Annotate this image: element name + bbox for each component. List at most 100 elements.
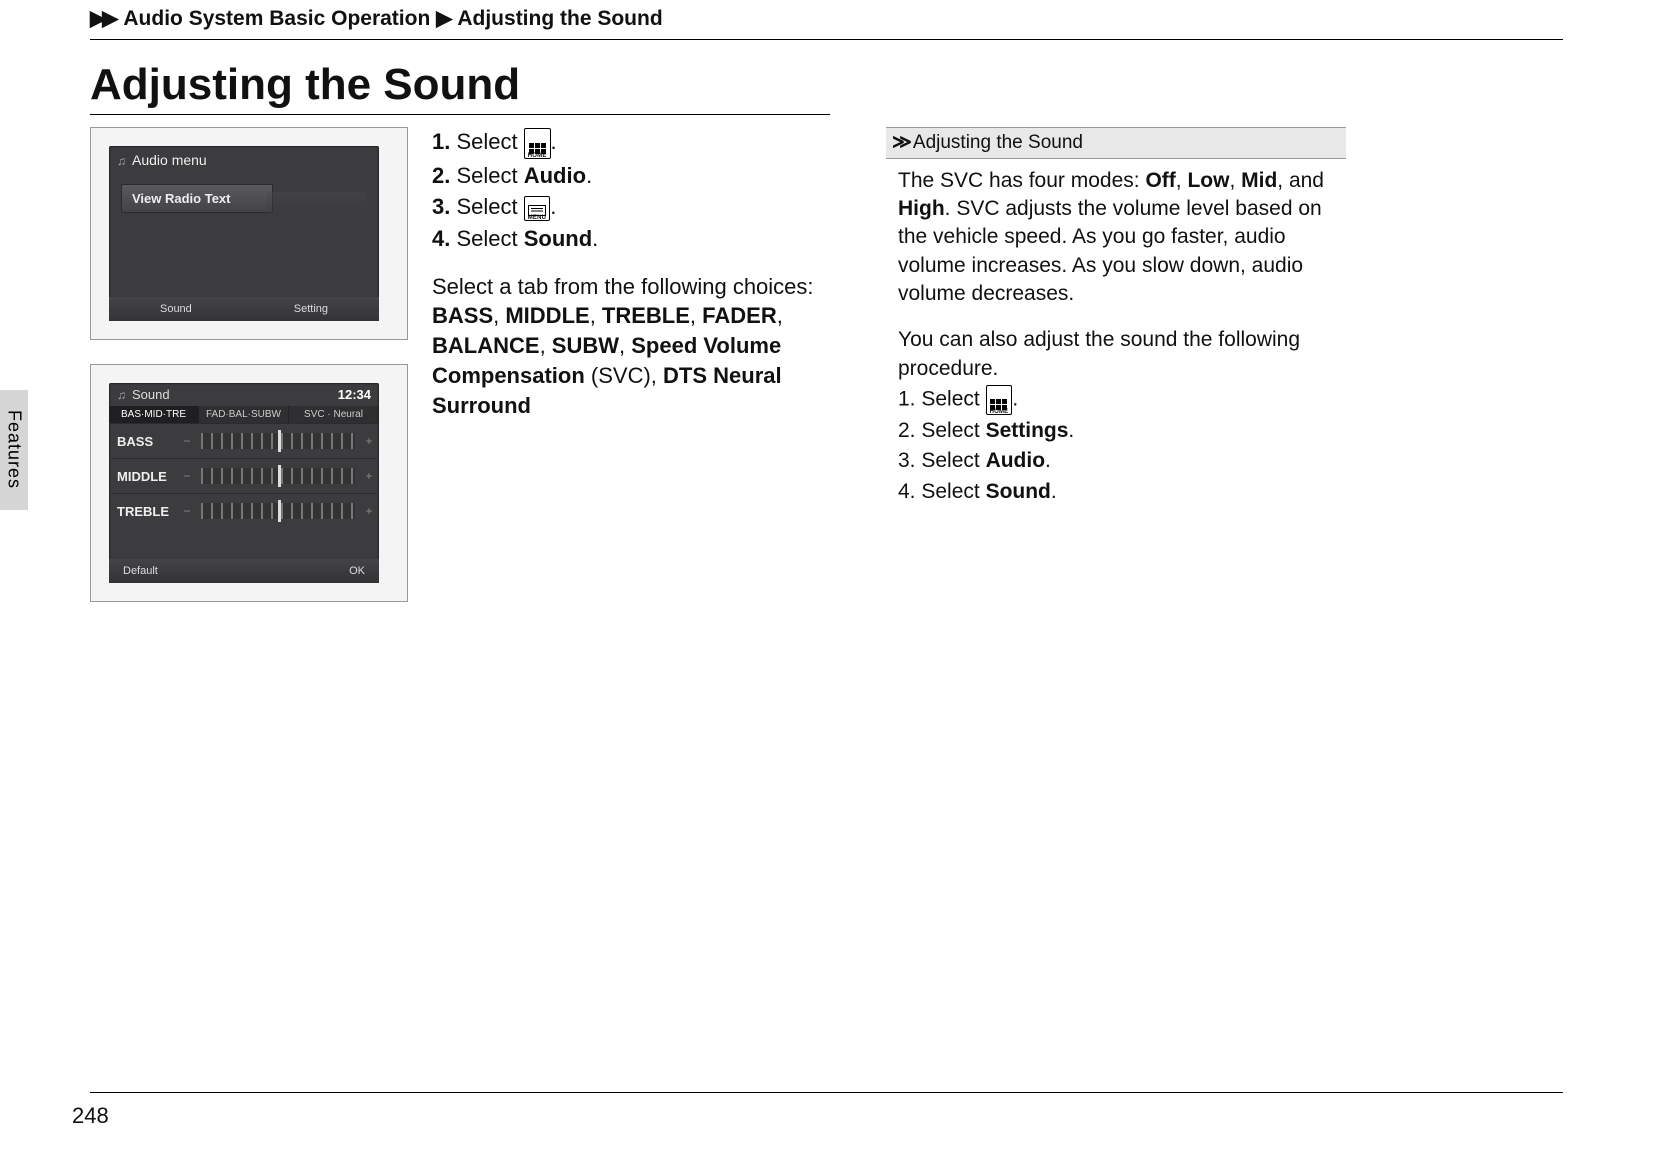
divider-top bbox=[90, 39, 1563, 40]
menu-icon-label: MENU bbox=[528, 217, 546, 221]
breadcrumb-seg1: Audio System Basic Operation bbox=[123, 7, 430, 30]
sc2-tab-svc-neural[interactable]: SVC · Neural bbox=[289, 406, 379, 423]
features-side-tab: Features bbox=[0, 390, 28, 510]
sc1-item-view-radio-text[interactable]: View Radio Text bbox=[121, 184, 273, 213]
side-step-4-bold: Sound bbox=[986, 480, 1051, 503]
home-icon-label: HOME bbox=[990, 411, 1009, 414]
sc1-title: Audio menu bbox=[132, 152, 207, 168]
choices-line: BASS, MIDDLE, TREBLE, FADER, BALANCE, SU… bbox=[432, 301, 842, 420]
breadcrumb-seg2: Adjusting the Sound bbox=[457, 7, 662, 30]
sc2-bottom-bar: Default OK bbox=[109, 559, 379, 583]
sc2-clock: 12:34 bbox=[338, 387, 371, 402]
choice-svc-paren: (SVC), bbox=[585, 363, 663, 388]
sc2-row-bass: BASS − + bbox=[109, 423, 379, 458]
page-title: Adjusting the Sound bbox=[90, 60, 1563, 110]
sc2-label-middle: MIDDLE bbox=[109, 469, 177, 484]
music-note-icon bbox=[117, 152, 126, 168]
divider-bottom bbox=[90, 1092, 1563, 1093]
side-step-2-bold: Settings bbox=[986, 419, 1069, 442]
choice-treble: TREBLE bbox=[602, 303, 690, 328]
screenshot-2: Sound 12:34 BAS·MID·TRE FAD·BAL·SUBW SVC… bbox=[109, 383, 379, 583]
sc2-treble-plus[interactable]: + bbox=[359, 504, 379, 518]
sc1-header: Audio menu bbox=[109, 146, 379, 174]
screenshot-frame-1: Audio menu View Radio Text Sound Setting bbox=[90, 127, 408, 340]
menu-icon-button: MENU bbox=[524, 196, 550, 222]
sc2-treble-minus[interactable]: − bbox=[177, 504, 197, 518]
home-icon: HOME bbox=[528, 143, 547, 158]
svc-mode-low: Low bbox=[1187, 169, 1229, 192]
content-columns: Audio menu View Radio Text Sound Setting bbox=[90, 127, 1563, 626]
sc1-body: View Radio Text bbox=[109, 174, 379, 213]
svc-mode-off: Off bbox=[1145, 169, 1175, 192]
step-4-bold: Sound bbox=[524, 226, 592, 251]
step-4: 4. Select Sound. bbox=[432, 224, 842, 254]
side-step-2: 2. Select Settings. bbox=[898, 417, 1346, 445]
sc1-bottom-bar: Sound Setting bbox=[109, 297, 379, 321]
step-1: 1. Select HOME. bbox=[432, 127, 842, 159]
sc2-treble-slider[interactable] bbox=[201, 503, 355, 519]
sidebar-para-2: You can also adjust the sound the follow… bbox=[898, 326, 1346, 383]
sc1-bottom-sound[interactable]: Sound bbox=[160, 303, 192, 315]
step-2: 2. Select Audio. bbox=[432, 161, 842, 191]
side-step-4: 4. Select Sound. bbox=[898, 478, 1346, 506]
step-3-period: . bbox=[550, 194, 556, 219]
sidebar-title-bar: ≫Adjusting the Sound bbox=[886, 127, 1346, 159]
step-2-text: Select bbox=[450, 163, 523, 188]
step-2-num: 2. bbox=[432, 163, 450, 188]
sc2-tabs: BAS·MID·TRE FAD·BAL·SUBW SVC · Neural bbox=[109, 406, 379, 423]
step-4-period: . bbox=[592, 226, 598, 251]
sc2-tab-fad-bal-subw[interactable]: FAD·BAL·SUBW bbox=[199, 406, 289, 423]
choice-subw: SUBW bbox=[552, 333, 619, 358]
side-step-3: 3. Select Audio. bbox=[898, 447, 1346, 475]
sidebar-title: Adjusting the Sound bbox=[913, 132, 1083, 153]
sidebar-body: The SVC has four modes: Off, Low, Mid, a… bbox=[886, 167, 1346, 506]
step-1-num: 1. bbox=[432, 129, 450, 154]
page: Features ▶▶ Audio System Basic Operation… bbox=[0, 0, 1653, 1157]
side-step-1: 1. Select HOME. bbox=[898, 385, 1346, 415]
breadcrumb-sep: ▶ bbox=[436, 6, 448, 31]
sc2-middle-minus[interactable]: − bbox=[177, 469, 197, 483]
sc1-ghost-item bbox=[267, 192, 367, 216]
home-icon-button: HOME bbox=[524, 128, 551, 159]
sc2-label-treble: TREBLE bbox=[109, 504, 177, 519]
step-3-text: Select bbox=[450, 194, 523, 219]
side-step-3-bold: Audio bbox=[986, 449, 1045, 472]
step-3: 3. Select MENU. bbox=[432, 192, 842, 222]
step-2-bold: Audio bbox=[524, 163, 586, 188]
breadcrumb: ▶▶ Audio System Basic Operation ▶ Adjust… bbox=[90, 0, 1563, 31]
sc2-label-bass: BASS bbox=[109, 434, 177, 449]
sc2-default-button[interactable]: Default bbox=[123, 565, 158, 577]
sc1-bottom-setting[interactable]: Setting bbox=[294, 303, 328, 315]
screenshot-frame-2: Sound 12:34 BAS·MID·TRE FAD·BAL·SUBW SVC… bbox=[90, 364, 408, 602]
step-4-text: Select bbox=[450, 226, 523, 251]
choice-balance: BALANCE bbox=[432, 333, 540, 358]
sc2-middle-slider[interactable] bbox=[201, 468, 355, 484]
chevron-right-icon: ≫ bbox=[892, 132, 909, 153]
divider-mid bbox=[90, 114, 830, 115]
sc2-bass-plus[interactable]: + bbox=[359, 434, 379, 448]
home-icon: HOME bbox=[990, 399, 1009, 414]
sc2-ok-button[interactable]: OK bbox=[349, 565, 365, 577]
column-sidebar: ≫Adjusting the Sound The SVC has four mo… bbox=[886, 127, 1346, 626]
sc2-header: Sound 12:34 bbox=[109, 383, 379, 406]
sc2-bass-minus[interactable]: − bbox=[177, 434, 197, 448]
sc2-tab-bas-mid-tre[interactable]: BAS·MID·TRE bbox=[109, 406, 199, 423]
column-steps: 1. Select HOME. 2. Select Audio. 3. Sele… bbox=[432, 127, 842, 626]
choices-intro: Select a tab from the following choices: bbox=[432, 272, 842, 302]
menu-icon: MENU bbox=[528, 205, 546, 221]
home-icon-label: HOME bbox=[528, 155, 547, 158]
screenshot-1: Audio menu View Radio Text Sound Setting bbox=[109, 146, 379, 321]
sc2-row-treble: TREBLE − + bbox=[109, 493, 379, 528]
sc2-row-middle: MIDDLE − + bbox=[109, 458, 379, 493]
sidebar-para-1: The SVC has four modes: Off, Low, Mid, a… bbox=[898, 167, 1346, 309]
sc2-bass-slider[interactable] bbox=[201, 433, 355, 449]
sc2-middle-plus[interactable]: + bbox=[359, 469, 379, 483]
choice-bass: BASS bbox=[432, 303, 493, 328]
step-3-num: 3. bbox=[432, 194, 450, 219]
music-note-icon bbox=[117, 387, 126, 402]
step-1-period: . bbox=[551, 129, 557, 154]
sc2-title: Sound bbox=[132, 387, 170, 402]
choice-fader: FADER bbox=[702, 303, 777, 328]
choice-middle: MIDDLE bbox=[505, 303, 589, 328]
step-1-text: Select bbox=[450, 129, 523, 154]
